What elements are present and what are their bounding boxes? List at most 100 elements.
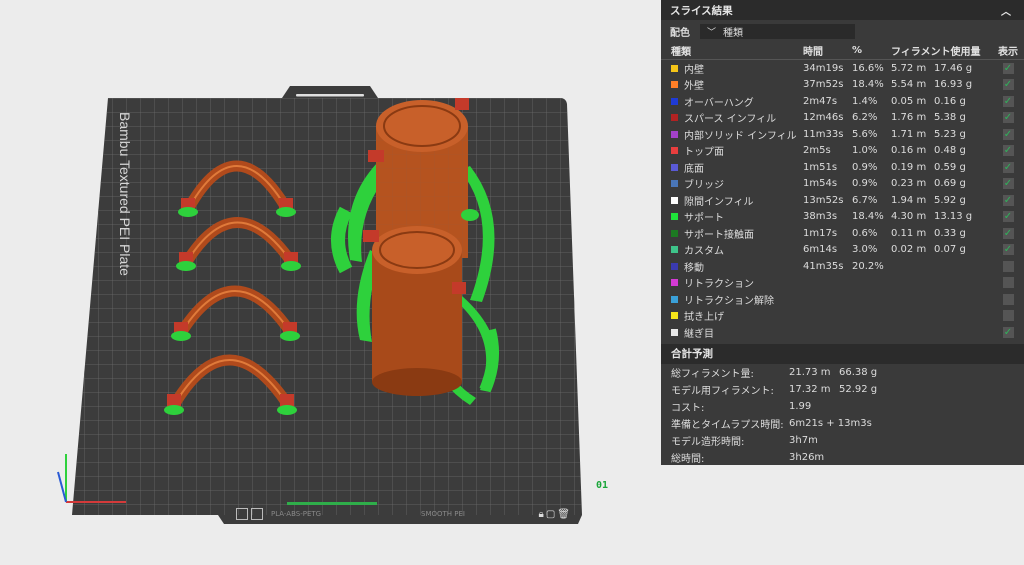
row-length: 4.30 m — [891, 211, 927, 223]
row-label: リトラクション — [684, 279, 754, 291]
visibility-checkbox[interactable] — [1002, 95, 1014, 107]
col-percent: % — [852, 45, 863, 56]
plate-settings-icon[interactable] — [236, 508, 248, 520]
visibility-checkbox[interactable] — [1002, 260, 1014, 272]
col-type: 種類 — [671, 47, 691, 58]
row-time: 38m3s — [803, 211, 838, 223]
visibility-checkbox[interactable] — [1002, 211, 1014, 223]
table-row: カスタム 6m14s 3.0% 0.02 m 0.07 g — [661, 242, 1024, 259]
row-type: リトラクション — [671, 275, 803, 290]
plate-badge: SMOOTH PEI — [421, 510, 465, 518]
color-swatch — [671, 246, 678, 254]
table-row: 内壁 34m19s 16.6% 5.72 m 17.46 g — [661, 60, 1024, 77]
totals-label: コスト: — [671, 402, 705, 414]
row-percent: 1.4% — [852, 95, 878, 107]
col-show: 表示 — [998, 47, 1018, 58]
color-swatch — [671, 130, 678, 138]
color-scheme-select[interactable]: ﹀ 種類 — [700, 23, 855, 39]
row-type: サポート — [671, 209, 803, 224]
table-row: スパース インフィル 12m46s 6.2% 1.76 m 5.38 g — [661, 110, 1024, 127]
color-swatch — [671, 312, 678, 320]
lock-icon[interactable]: 🔒︎ — [539, 509, 544, 520]
visibility-checkbox[interactable] — [1002, 310, 1014, 322]
color-swatch — [671, 262, 678, 270]
totals-value: 21.73 m — [789, 366, 831, 378]
col-filament: フィラメント使用量 — [891, 47, 981, 58]
totals-label: 準備とタイムラプス時間: — [671, 419, 784, 431]
plate-toolbar: PLA-ABS-PETG SMOOTH PEI 🔒︎ ▢ 🗑︎ — [232, 506, 578, 522]
color-swatch — [671, 213, 678, 221]
row-label: 内部ソリッド インフィル — [684, 130, 797, 142]
row-weight: 0.16 g — [934, 95, 966, 107]
totals-label: モデル用フィラメント: — [671, 385, 774, 397]
totals-label: モデル造形時間: — [671, 436, 745, 448]
table-row: 内部ソリッド インフィル 11m33s 5.6% 1.71 m 5.23 g — [661, 126, 1024, 143]
row-percent: 18.4% — [852, 211, 884, 223]
visibility-checkbox[interactable] — [1002, 244, 1014, 256]
row-length: 1.94 m — [891, 194, 927, 206]
table-row: リトラクション — [661, 275, 1024, 292]
grid-icon[interactable] — [251, 508, 263, 520]
row-time: 1m51s — [803, 161, 838, 173]
row-label: 内壁 — [684, 64, 704, 76]
table-row: 移動 41m35s 20.2% — [661, 258, 1024, 275]
row-length: 0.05 m — [891, 95, 927, 107]
row-type: 拭き上げ — [671, 308, 803, 323]
row-label: トップ面 — [684, 147, 724, 159]
visibility-checkbox[interactable] — [1002, 79, 1014, 91]
chevron-down-icon: ﹀ — [707, 27, 717, 38]
table-row: サポート接触面 1m17s 0.6% 0.11 m 0.33 g — [661, 225, 1024, 242]
plate-progress-strip — [287, 502, 377, 505]
row-type: 隙間インフィル — [671, 193, 803, 208]
orient-icon[interactable]: ▢ — [546, 509, 555, 520]
color-swatch — [671, 328, 678, 336]
row-length: 5.72 m — [891, 62, 927, 74]
row-type: ブリッジ — [671, 176, 803, 191]
color-swatch — [671, 229, 678, 237]
row-label: 移動 — [684, 262, 704, 274]
row-percent: 6.2% — [852, 112, 878, 124]
totals-value-2: 52.92 g — [839, 383, 878, 395]
row-weight: 5.92 g — [934, 194, 966, 206]
visibility-checkbox[interactable] — [1002, 62, 1014, 74]
row-time: 1m54s — [803, 178, 838, 190]
row-time: 1m17s — [803, 227, 838, 239]
collapse-icon[interactable]: ︿ — [998, 3, 1014, 18]
row-type: 底面 — [671, 160, 803, 175]
visibility-checkbox[interactable] — [1002, 178, 1014, 190]
color-swatch — [671, 163, 678, 171]
table-header: 種類 時間 % フィラメント使用量 表示 — [661, 42, 1024, 60]
visibility-checkbox[interactable] — [1002, 161, 1014, 173]
panel-header: スライス結果 ︿ — [661, 0, 1024, 20]
row-time: 6m14s — [803, 244, 838, 256]
table-row: 拭き上げ — [661, 308, 1024, 325]
row-type: 移動 — [671, 259, 803, 274]
build-plate-view[interactable]: Bambu Textured PEI Plate — [0, 0, 660, 565]
visibility-checkbox[interactable] — [1002, 326, 1014, 338]
row-time: 11m33s — [803, 128, 844, 140]
row-weight: 0.33 g — [934, 227, 966, 239]
row-time: 2m47s — [803, 95, 838, 107]
row-type: リトラクション解除 — [671, 292, 803, 307]
filament-label: PLA-ABS-PETG — [271, 510, 322, 518]
row-length: 0.19 m — [891, 161, 927, 173]
visibility-checkbox[interactable] — [1002, 227, 1014, 239]
visibility-checkbox[interactable] — [1002, 112, 1014, 124]
table-row: ブリッジ 1m54s 0.9% 0.23 m 0.69 g — [661, 176, 1024, 193]
visibility-checkbox[interactable] — [1002, 194, 1014, 206]
visibility-checkbox[interactable] — [1002, 145, 1014, 157]
delete-icon[interactable]: 🗑︎ — [557, 509, 570, 520]
table-row: サポート 38m3s 18.4% 4.30 m 13.13 g — [661, 209, 1024, 226]
row-type: 内部ソリッド インフィル — [671, 127, 803, 142]
visibility-checkbox[interactable] — [1002, 277, 1014, 289]
row-label: 外壁 — [684, 81, 704, 93]
row-percent: 5.6% — [852, 128, 878, 140]
row-label: リトラクション解除 — [684, 295, 774, 307]
color-swatch — [671, 180, 678, 188]
plate-number: 01 — [596, 480, 609, 491]
visibility-checkbox[interactable] — [1002, 293, 1014, 305]
totals-value-2: 66.38 g — [839, 366, 878, 378]
visibility-checkbox[interactable] — [1002, 128, 1014, 140]
row-time: 12m46s — [803, 112, 844, 124]
3d-viewport[interactable]: Bambu Textured PEI Plate 01 PLA-ABS-PETG… — [0, 0, 660, 565]
